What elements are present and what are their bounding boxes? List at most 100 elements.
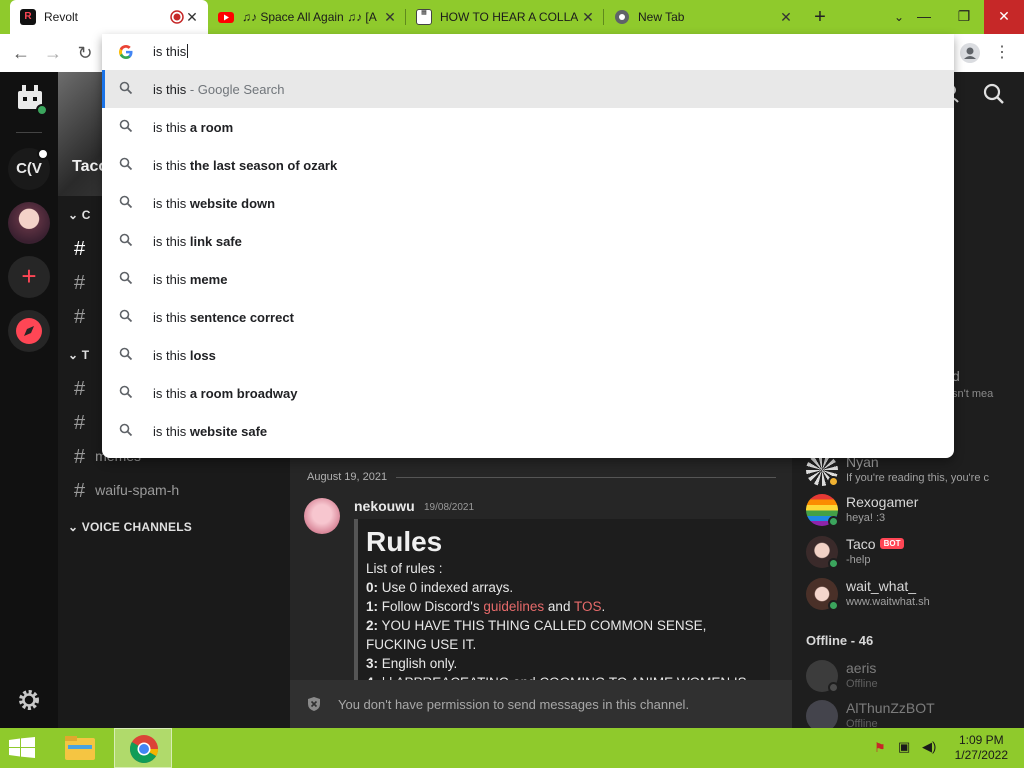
server-anime-avatar[interactable] bbox=[8, 202, 50, 244]
volume-speaker-icon[interactable]: ◀) bbox=[922, 739, 936, 755]
member-item-aeris[interactable]: aeris Offline bbox=[806, 660, 1016, 696]
tab-title: HOW TO HEAR A COLLA bbox=[440, 10, 579, 24]
tab-revolt[interactable]: R Revolt ✕ bbox=[10, 0, 208, 34]
embed-intro: List of rules : bbox=[366, 561, 443, 576]
tab-close-icon[interactable]: ✕ bbox=[184, 9, 200, 26]
hash-icon: # bbox=[74, 378, 86, 400]
action-center-flag-icon[interactable]: ⚑ bbox=[874, 740, 886, 756]
browser-menu-kebab-icon[interactable]: ⋮ bbox=[994, 40, 1010, 66]
system-clock[interactable]: 1:09 PM 1/27/2022 bbox=[955, 733, 1008, 763]
suggestion-item[interactable]: is this sentence correct bbox=[102, 298, 954, 336]
minimize-button[interactable]: — bbox=[904, 0, 944, 34]
tab-title: Revolt bbox=[44, 10, 79, 24]
suggestion-item[interactable]: is this the last season of ozark bbox=[102, 146, 954, 184]
status-dot bbox=[828, 516, 839, 527]
discover-compass-icon[interactable] bbox=[8, 310, 50, 352]
windows-start-icon[interactable] bbox=[8, 737, 36, 759]
new-tab-button[interactable]: + bbox=[806, 4, 834, 30]
search-icon[interactable] bbox=[982, 82, 1006, 106]
suggestion-item[interactable]: is this link safe bbox=[102, 222, 954, 260]
channel-item[interactable]: # bbox=[74, 238, 95, 261]
search-icon bbox=[119, 233, 133, 247]
status-dot bbox=[828, 476, 839, 487]
hash-icon: # bbox=[74, 272, 86, 294]
category-header[interactable]: ⌄ T bbox=[68, 348, 89, 362]
suggestion-item[interactable]: is this loss bbox=[102, 336, 954, 374]
suggestion-item[interactable]: is this a room bbox=[102, 108, 954, 146]
channel-item[interactable]: # bbox=[74, 306, 95, 329]
home-robot-icon[interactable] bbox=[14, 82, 46, 114]
hash-icon: # bbox=[74, 238, 86, 260]
suggestion-item[interactable]: is this website down bbox=[102, 184, 954, 222]
offline-header: Offline - 46 bbox=[806, 633, 874, 648]
rule-line: 2: YOU HAVE THIS THING CALLED COMMON SEN… bbox=[366, 618, 707, 652]
guidelines-link[interactable]: guidelines bbox=[483, 599, 544, 614]
browser-tab-strip: R Revolt ✕ ♫♪ Space All Again ♫♪ [A ✕ ▦ … bbox=[0, 0, 1024, 34]
date-divider-line bbox=[396, 477, 776, 478]
voice-channels-category[interactable]: ⌄ VOICE CHANNELS bbox=[68, 520, 192, 534]
tab-new-tab[interactable]: New Tab ✕ bbox=[604, 0, 802, 34]
message-author[interactable]: nekouwu bbox=[354, 498, 415, 514]
network-icon[interactable]: ▣ bbox=[898, 739, 910, 755]
hash-icon: # bbox=[74, 306, 86, 328]
add-server-plus-icon[interactable]: + bbox=[8, 256, 50, 298]
suggestion-item[interactable]: is this a room broadway bbox=[102, 374, 954, 412]
chevron-down-icon: ⌄ bbox=[68, 520, 82, 534]
member-item-wait-what[interactable]: wait_what_ www.waitwhat.sh bbox=[806, 578, 1016, 614]
member-item-nyan[interactable]: Nyan If you're reading this, you're c bbox=[806, 454, 1016, 490]
clock-time: 1:09 PM bbox=[958, 733, 1004, 747]
settings-gear-icon[interactable] bbox=[17, 688, 41, 712]
search-icon bbox=[119, 309, 133, 323]
site-favicon-icon: ▦ bbox=[416, 9, 432, 25]
tab-title: New Tab bbox=[638, 10, 685, 24]
channel-item-waifu-spam[interactable]: # waifu-spam-h bbox=[74, 480, 179, 503]
back-arrow-icon[interactable]: ← bbox=[8, 40, 34, 66]
profile-avatar-icon[interactable] bbox=[960, 43, 980, 63]
tab-title: ♫♪ Space All Again ♫♪ [A bbox=[242, 10, 377, 24]
omnibox-input-text[interactable]: is this bbox=[153, 44, 189, 59]
member-item-rexogamer[interactable]: Rexogamer heya! :3 bbox=[806, 494, 1016, 530]
chevron-down-icon: ⌄ bbox=[68, 208, 82, 222]
category-header[interactable]: ⌄ C bbox=[68, 208, 91, 222]
address-bar[interactable]: is this bbox=[102, 34, 954, 70]
omnibox-dropdown: is this is this - Google Search is this … bbox=[102, 34, 954, 458]
google-g-icon bbox=[119, 45, 133, 59]
server-divider bbox=[16, 132, 42, 133]
suggestion-item[interactable]: is this website safe bbox=[102, 412, 954, 450]
search-icon bbox=[119, 195, 133, 209]
close-window-button[interactable]: ✕ bbox=[984, 0, 1024, 34]
rule-line: 3: English only. bbox=[366, 656, 458, 671]
tab-youtube[interactable]: ♫♪ Space All Again ♫♪ [A ✕ bbox=[208, 0, 406, 34]
chrome-icon bbox=[130, 735, 158, 763]
file-explorer-folder-icon[interactable] bbox=[62, 732, 98, 764]
channel-item[interactable]: # bbox=[74, 378, 95, 401]
rule-line: 0: Use 0 indexed arrays. bbox=[366, 580, 514, 595]
hash-icon: # bbox=[74, 446, 86, 468]
tab-how-to-hear[interactable]: ▦ HOW TO HEAR A COLLA ✕ bbox=[406, 0, 604, 34]
youtube-favicon-icon bbox=[218, 12, 234, 23]
chrome-taskbar-button[interactable] bbox=[114, 728, 172, 768]
forward-arrow-icon[interactable]: → bbox=[40, 40, 66, 66]
channel-item[interactable]: # bbox=[74, 272, 95, 295]
tab-close-icon[interactable]: ✕ bbox=[778, 9, 794, 26]
tab-close-icon[interactable]: ✕ bbox=[580, 9, 596, 26]
shield-x-icon bbox=[308, 697, 320, 711]
restore-button[interactable]: ❐ bbox=[944, 0, 984, 34]
suggestion-item[interactable]: is this meme bbox=[102, 260, 954, 298]
windows-taskbar: ⚑ ▣ ◀) 1:09 PM 1/27/2022 bbox=[0, 728, 1024, 768]
hash-icon: # bbox=[74, 480, 86, 502]
tos-link[interactable]: TOS bbox=[574, 599, 602, 614]
channel-item[interactable]: # bbox=[74, 412, 95, 435]
revolt-favicon-icon: R bbox=[20, 9, 36, 25]
reload-icon[interactable]: ↻ bbox=[72, 40, 98, 66]
hash-icon: # bbox=[74, 412, 86, 434]
member-item-taco[interactable]: Taco BOT -help bbox=[806, 536, 1016, 572]
author-avatar[interactable] bbox=[304, 498, 340, 534]
suggestion-item[interactable]: is this - Google Search bbox=[102, 70, 954, 108]
message-timestamp: 19/08/2021 bbox=[424, 502, 475, 513]
tab-close-icon[interactable]: ✕ bbox=[382, 9, 398, 26]
server-sidebar: C(V + bbox=[0, 72, 58, 728]
search-icon bbox=[119, 81, 133, 95]
status-dot bbox=[828, 600, 839, 611]
text-caret bbox=[187, 44, 189, 58]
